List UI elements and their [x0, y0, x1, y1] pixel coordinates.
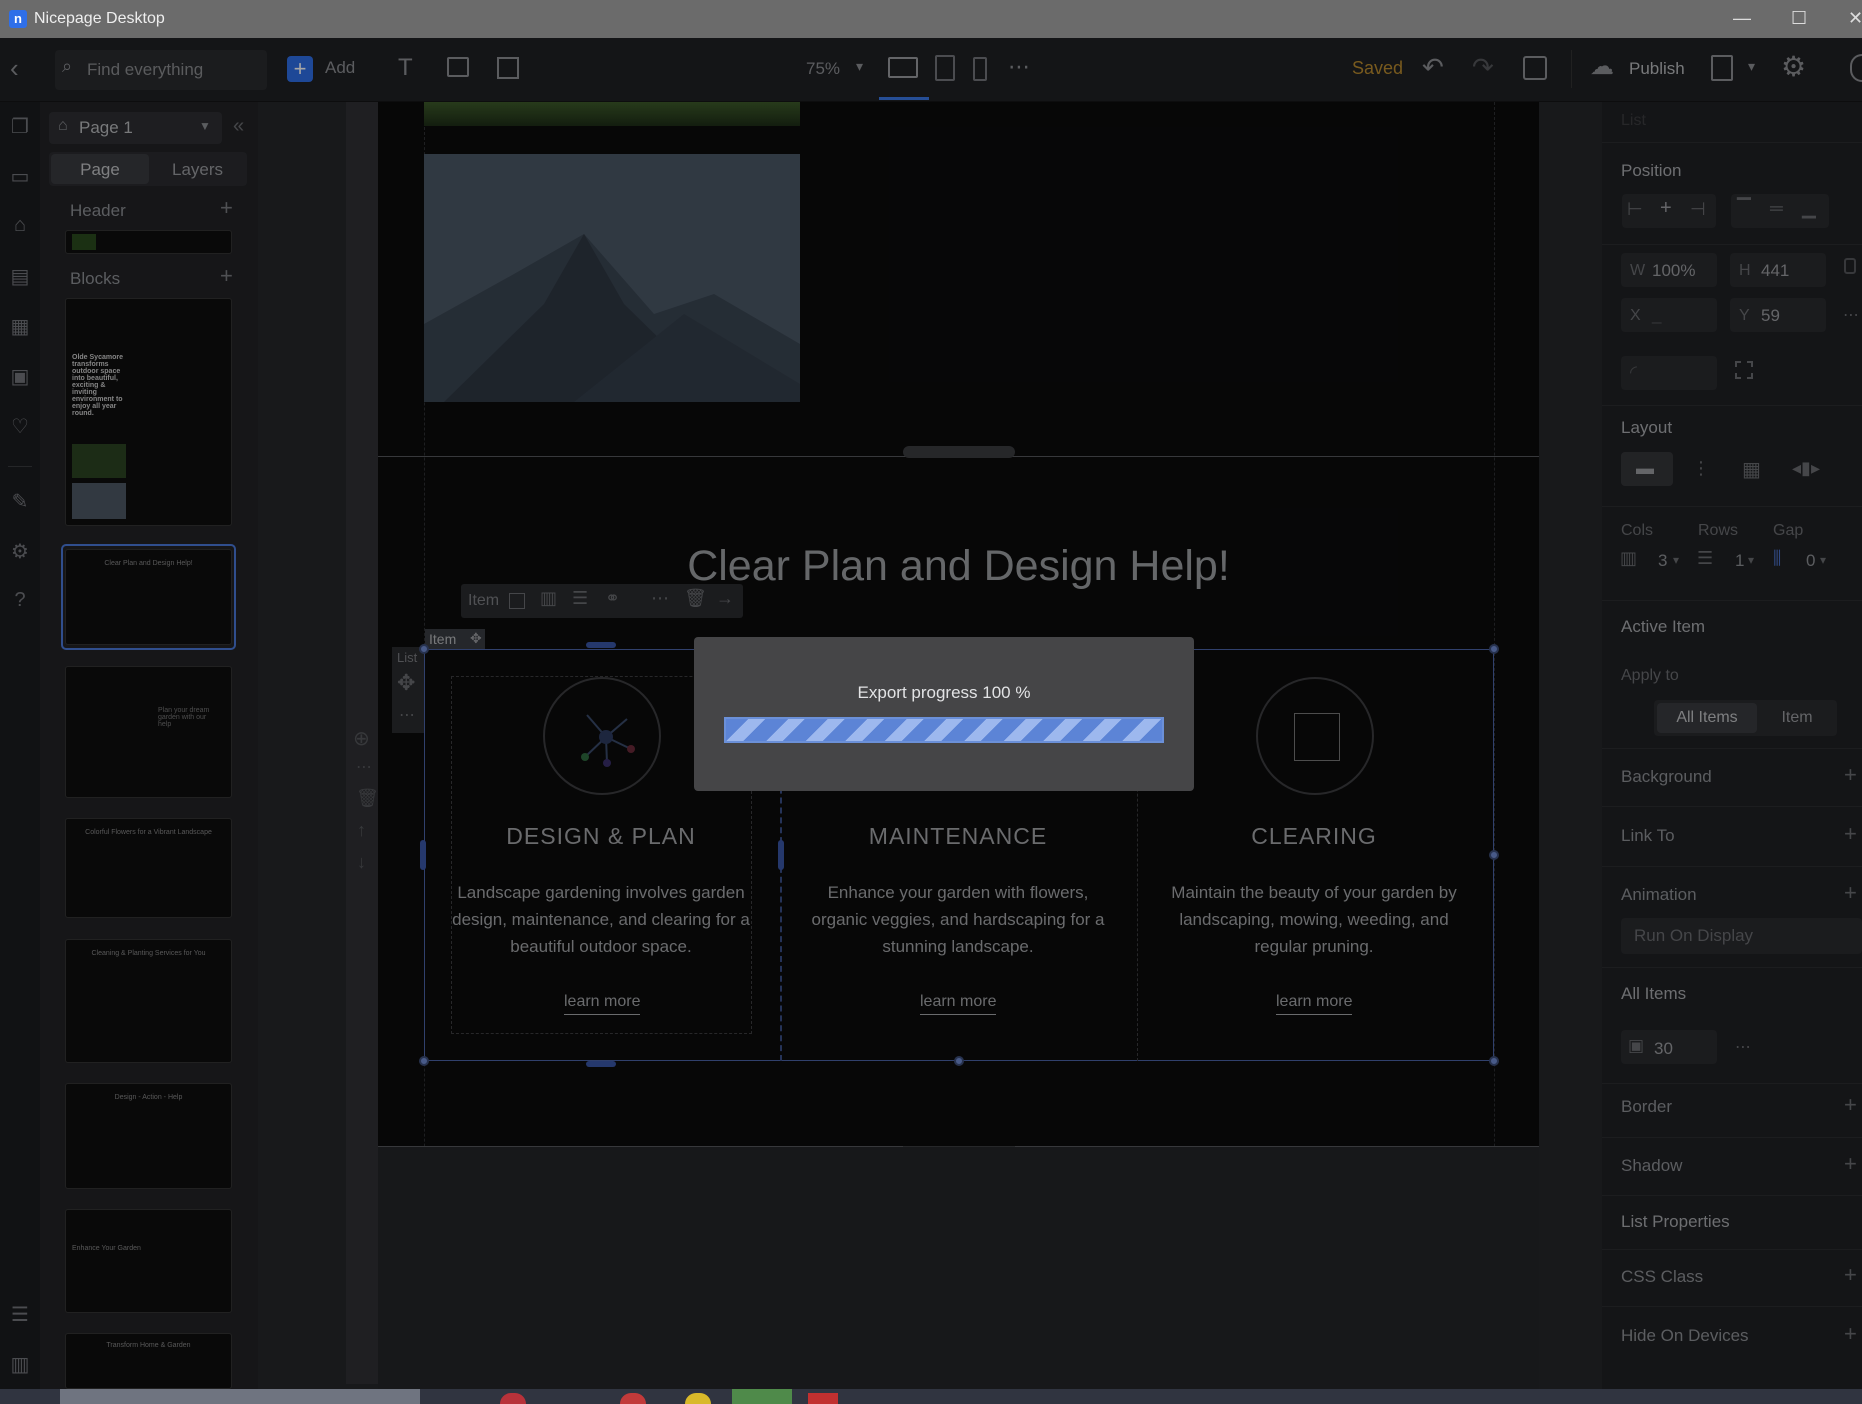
taskbar-app-icon[interactable] [620, 1393, 646, 1404]
export-progress-dialog: Export progress 100 % [694, 637, 1194, 791]
window-title: Nicepage Desktop [34, 10, 165, 27]
taskbar-active-app[interactable] [60, 1389, 420, 1404]
app-logo-icon: n [9, 10, 27, 28]
taskbar-app-icon[interactable] [732, 1389, 792, 1404]
maximize-button[interactable]: ☐ [1791, 8, 1807, 29]
progress-track [724, 717, 1164, 743]
close-button[interactable]: ✕ [1848, 8, 1862, 29]
taskbar-app-icon[interactable] [685, 1393, 711, 1404]
taskbar-app-icon[interactable] [808, 1393, 838, 1404]
title-bar: n Nicepage Desktop — ☐ ✕ [0, 0, 1862, 38]
os-taskbar [0, 1389, 1862, 1404]
taskbar-app-icon[interactable] [500, 1393, 526, 1404]
minimize-button[interactable]: — [1733, 8, 1751, 29]
export-progress-bar [724, 717, 1164, 743]
export-progress-text: Export progress 100 % [857, 683, 1031, 702]
